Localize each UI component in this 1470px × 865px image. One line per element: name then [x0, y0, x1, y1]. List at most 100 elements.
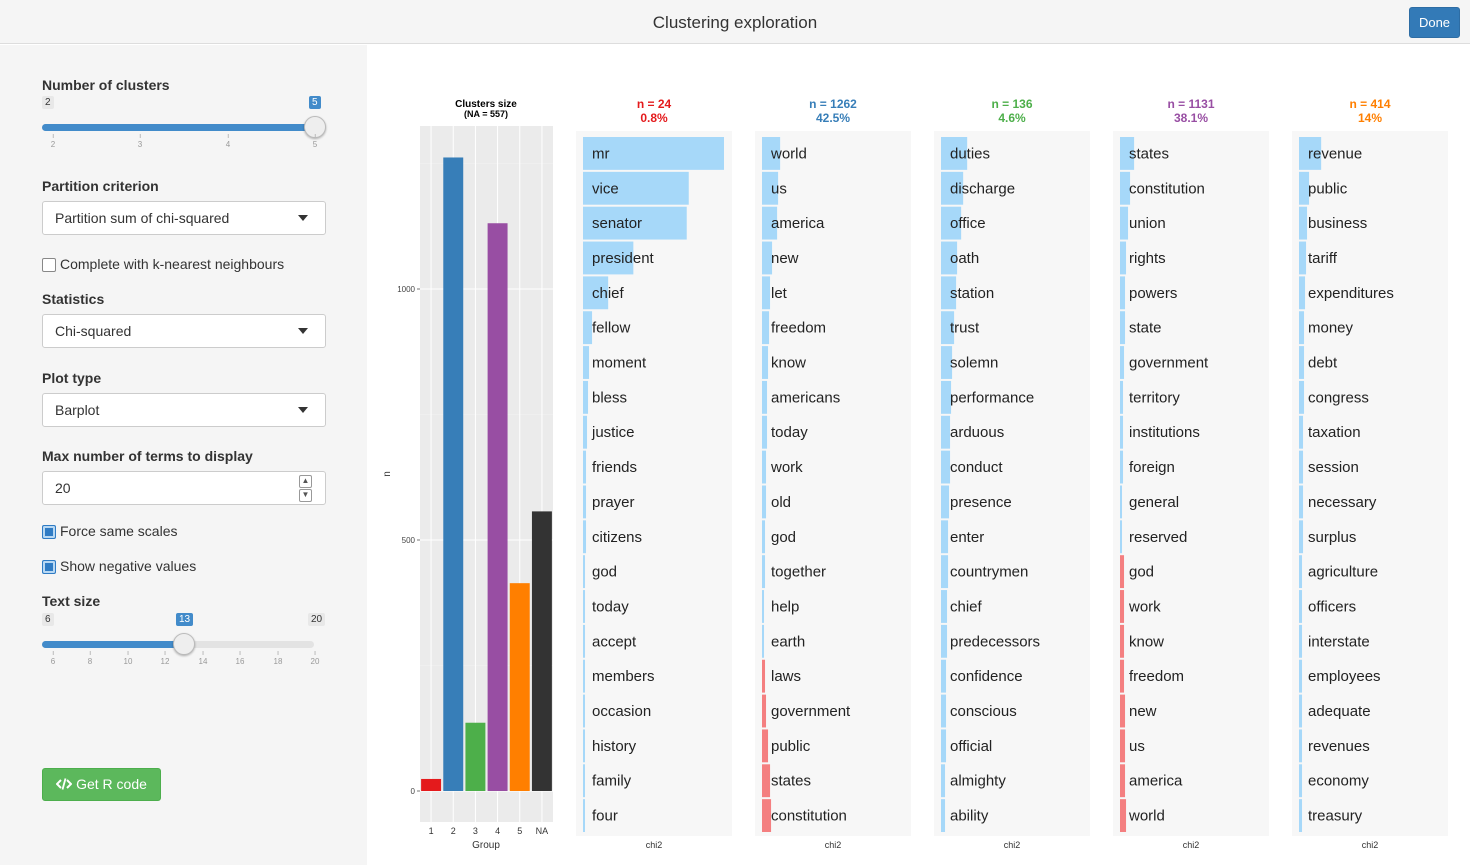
positive-bar — [941, 520, 949, 554]
negative-bar — [1120, 624, 1125, 658]
checkbox-checked-icon[interactable] — [42, 525, 56, 539]
slider-max: 20 — [308, 613, 326, 626]
slider-handle[interactable] — [173, 633, 195, 655]
positive-bar — [1299, 450, 1304, 484]
term-label: america — [1129, 773, 1183, 790]
term-label: foreign — [1129, 459, 1175, 476]
positive-bar — [583, 485, 587, 519]
checkbox-icon[interactable] — [42, 258, 56, 272]
positive-bar — [583, 520, 587, 554]
term-label: arduous — [950, 424, 1004, 441]
positive-bar — [762, 311, 770, 345]
term-label: business — [1308, 215, 1367, 232]
num-clusters-label: Number of clusters — [42, 77, 170, 93]
term-label: new — [771, 250, 799, 267]
term-panel-background — [1292, 131, 1448, 836]
negative-bar — [1120, 694, 1126, 728]
term-label: oath — [950, 250, 979, 267]
term-label: constitution — [1129, 180, 1205, 197]
term-label: economy — [1308, 773, 1369, 790]
negative-values-label: Show negative values — [60, 558, 197, 574]
max-terms-label: Max number of terms to display — [42, 448, 253, 464]
negative-values-checkbox[interactable]: Show negative values — [42, 558, 196, 574]
number-spinner[interactable]: ▲ ▼ — [299, 475, 312, 502]
slider-tick: 5 — [312, 134, 318, 149]
positive-bar — [762, 520, 766, 554]
partition-label: Partition criterion — [42, 178, 159, 194]
cluster-count-label: n = 414 — [1349, 97, 1390, 111]
positive-bar — [1120, 346, 1125, 379]
term-label: performance — [950, 389, 1034, 406]
term-label: world — [1128, 808, 1165, 825]
term-label: confidence — [950, 668, 1023, 685]
term-label: americans — [771, 389, 840, 406]
max-terms-value: 20 — [55, 480, 71, 496]
term-label: general — [1129, 494, 1179, 511]
term-label: institutions — [1129, 424, 1200, 441]
positive-bar — [583, 764, 585, 798]
positive-bar — [1120, 485, 1123, 519]
positive-bar — [1299, 799, 1303, 832]
term-label: public — [771, 738, 811, 755]
term-label: freedom — [1129, 668, 1184, 685]
term-label: freedom — [771, 320, 826, 337]
slider-min: 6 — [42, 613, 54, 626]
slider-tick: 8 — [87, 651, 93, 666]
max-terms-input[interactable]: 20 ▲ ▼ — [42, 471, 326, 505]
positive-bar — [1299, 624, 1303, 658]
slider-tick: 6 — [50, 651, 56, 666]
term-label: laws — [771, 668, 801, 685]
term-label: america — [771, 215, 825, 232]
positive-bar — [941, 764, 946, 798]
term-label: family — [592, 773, 632, 790]
term-label: presence — [950, 494, 1012, 511]
bar-cluster-2 — [443, 157, 464, 791]
slider-tick: 16 — [235, 651, 245, 666]
positive-bar — [941, 590, 948, 623]
term-label: mr — [592, 145, 610, 162]
caret-down-icon — [298, 328, 308, 334]
x-axis-label: chi2 — [1183, 840, 1200, 850]
term-label: necessary — [1308, 494, 1377, 511]
slider-value: 5 — [309, 96, 321, 109]
positive-bar — [941, 485, 950, 519]
slider-value: 13 — [176, 613, 194, 626]
partition-select[interactable]: Partition sum of chi-squared — [42, 201, 326, 235]
x-tick-label: 3 — [473, 826, 478, 836]
positive-bar — [941, 624, 948, 658]
positive-bar — [762, 485, 767, 519]
checkbox-checked-icon[interactable] — [42, 560, 56, 574]
cluster-count-label: n = 1262 — [809, 97, 857, 111]
done-button[interactable]: Done — [1409, 7, 1460, 38]
term-label: states — [771, 773, 811, 790]
positive-bar — [1299, 241, 1307, 275]
same-scales-checkbox[interactable]: Force same scales — [42, 523, 177, 539]
positive-bar — [583, 729, 585, 763]
y-tick-label: 1000 — [397, 285, 415, 294]
title-bar: Clustering exploration Done — [0, 0, 1470, 44]
statistics-label: Statistics — [42, 291, 105, 307]
knn-checkbox[interactable]: Complete with k-nearest neighbours — [42, 256, 284, 272]
term-label: government — [1129, 355, 1209, 372]
term-label: official — [950, 738, 992, 755]
positive-bar — [583, 694, 585, 728]
term-label: four — [592, 808, 618, 825]
term-label: earth — [771, 633, 805, 650]
y-axis-label: n — [382, 471, 393, 477]
statistics-select[interactable]: Chi-squared — [42, 314, 326, 348]
term-label: powers — [1129, 285, 1177, 302]
term-label: today — [771, 424, 808, 441]
term-label: treasury — [1308, 808, 1363, 825]
get-r-code-button[interactable]: Get R code — [42, 768, 161, 801]
positive-bar — [1299, 520, 1304, 554]
positive-bar — [941, 415, 951, 449]
term-label: trust — [950, 320, 980, 337]
x-axis-label: chi2 — [1004, 840, 1021, 850]
negative-bar — [1120, 764, 1126, 798]
x-tick-label: 5 — [517, 826, 522, 836]
plot-type-select[interactable]: Barplot — [42, 393, 326, 427]
x-axis-label: chi2 — [1362, 840, 1379, 850]
spin-down-icon[interactable]: ▼ — [299, 489, 312, 502]
spin-up-icon[interactable]: ▲ — [299, 475, 312, 488]
term-label: conscious — [950, 703, 1017, 720]
